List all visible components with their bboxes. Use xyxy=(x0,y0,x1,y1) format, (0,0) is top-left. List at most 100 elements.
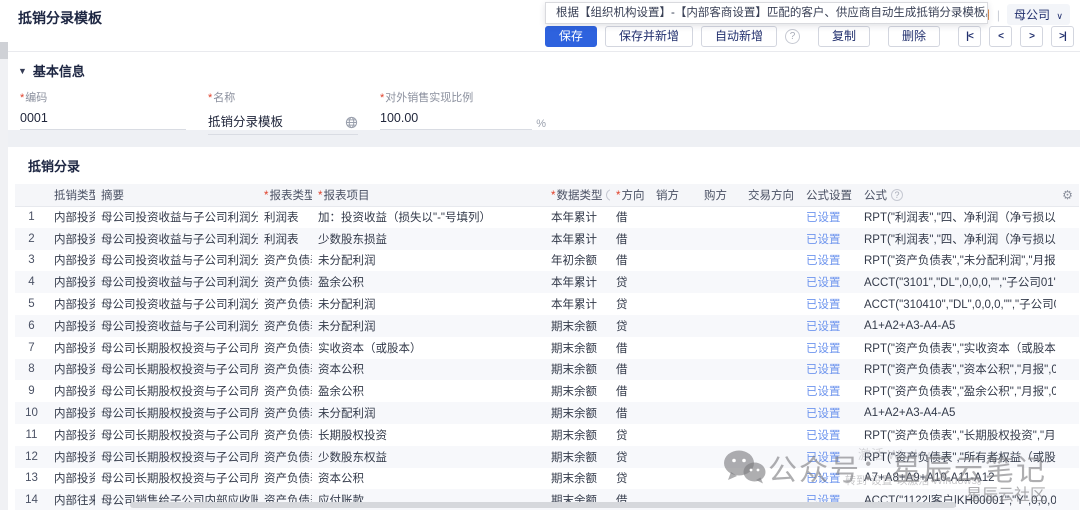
transaction-direction-cell[interactable] xyxy=(742,315,800,337)
elimination-type-cell[interactable]: 内部投资 xyxy=(48,250,95,272)
basic-info-header[interactable]: ▼ 基本信息 xyxy=(18,61,1062,80)
summary-cell[interactable]: 母公司投资收益与子公司利润分配的抵销... xyxy=(95,206,258,228)
report-item-cell[interactable]: 盈余公积 xyxy=(312,271,545,293)
data-type-cell[interactable]: 期末余额 xyxy=(545,315,610,337)
buyer-cell[interactable] xyxy=(698,402,742,424)
column-header[interactable] xyxy=(15,184,48,206)
buyer-cell[interactable] xyxy=(698,228,742,250)
report-type-cell[interactable]: 资产负债表 xyxy=(258,271,312,293)
column-header[interactable]: ⚙ xyxy=(1056,184,1079,206)
seller-cell[interactable] xyxy=(650,206,698,228)
formula-cell[interactable]: RPT("资产负债表","长期股权投资","月报",0,0,"期末","母公司 xyxy=(858,424,1056,446)
report-item-cell[interactable]: 未分配利润 xyxy=(312,402,545,424)
seller-cell[interactable] xyxy=(650,424,698,446)
data-type-cell[interactable]: 期末余额 xyxy=(545,446,610,468)
direction-cell[interactable]: 借 xyxy=(610,402,650,424)
formula-cell[interactable]: A1+A2+A3-A4-A5 xyxy=(858,402,1056,424)
table-row[interactable]: 2 内部投资 母公司投资收益与子公司利润分配的抵销... 利润表 少数股东损益 … xyxy=(15,228,1079,250)
formula-cell[interactable]: A1+A2+A3-A4-A5 xyxy=(858,315,1056,337)
formula-set-link[interactable]: 已设置 xyxy=(806,452,841,464)
elimination-type-cell[interactable]: 内部投资 xyxy=(48,468,95,490)
report-item-cell[interactable]: 资本公积 xyxy=(312,468,545,490)
formula-setting-cell[interactable]: 已设置 xyxy=(800,293,858,315)
transaction-direction-cell[interactable] xyxy=(742,228,800,250)
data-type-cell[interactable]: 年初余额 xyxy=(545,250,610,272)
seller-cell[interactable] xyxy=(650,293,698,315)
summary-cell[interactable]: 母公司长期股权投资与子公司所有者权益... xyxy=(95,337,258,359)
report-type-cell[interactable]: 资产负债表 xyxy=(258,359,312,381)
report-type-cell[interactable]: 资产负债表 xyxy=(258,315,312,337)
collapse-icon[interactable]: ▼ xyxy=(18,66,27,76)
report-type-cell[interactable]: 资产负债表 xyxy=(258,293,312,315)
elimination-type-cell[interactable]: 内部投资 xyxy=(48,315,95,337)
column-header[interactable]: *方向 xyxy=(610,184,650,206)
summary-cell[interactable]: 母公司投资收益与子公司利润分配的抵销... xyxy=(95,315,258,337)
buyer-cell[interactable] xyxy=(698,446,742,468)
elimination-type-cell[interactable]: 内部投资 xyxy=(48,337,95,359)
formula-cell[interactable]: RPT("利润表","四、净利润（净亏损以 "-" 号填列） ","月报", xyxy=(858,228,1056,250)
table-row[interactable]: 1 内部投资 母公司投资收益与子公司利润分配的抵销... 利润表 加：投资收益（… xyxy=(15,206,1079,228)
buyer-cell[interactable] xyxy=(698,250,742,272)
help-icon[interactable]: ? xyxy=(785,29,800,44)
next-record-button[interactable]: > xyxy=(1020,26,1043,47)
formula-set-link[interactable]: 已设置 xyxy=(806,255,841,267)
report-item-cell[interactable]: 盈余公积 xyxy=(312,380,545,402)
direction-cell[interactable]: 借 xyxy=(610,228,650,250)
column-header[interactable]: *数据类型? xyxy=(545,184,610,206)
table-row[interactable]: 9 内部投资 母公司长期股权投资与子公司所有者权益... 资产负债表 盈余公积 … xyxy=(15,380,1079,402)
summary-cell[interactable]: 母公司投资收益与子公司利润分配的抵销... xyxy=(95,250,258,272)
multilang-globe-icon[interactable] xyxy=(345,116,358,129)
summary-cell[interactable]: 母公司长期股权投资与子公司所有者权益... xyxy=(95,380,258,402)
column-help-icon[interactable]: ? xyxy=(891,189,903,201)
seller-cell[interactable] xyxy=(650,402,698,424)
formula-cell[interactable]: RPT("资产负债表","资本公积","月报",0,0,"期末","子公司01"… xyxy=(858,359,1056,381)
summary-cell[interactable]: 母公司长期股权投资与子公司所有者权益... xyxy=(95,424,258,446)
seller-cell[interactable] xyxy=(650,271,698,293)
elimination-type-cell[interactable]: 内部投资 xyxy=(48,228,95,250)
formula-set-link[interactable]: 已设置 xyxy=(806,430,841,442)
elimination-type-cell[interactable]: 内部投资 xyxy=(48,446,95,468)
elimination-type-cell[interactable]: 内部投资 xyxy=(48,424,95,446)
table-row[interactable]: 8 内部投资 母公司长期股权投资与子公司所有者权益... 资产负债表 资本公积 … xyxy=(15,359,1079,381)
org-selector[interactable]: 母公司 ∨ xyxy=(1007,4,1070,25)
direction-cell[interactable]: 借 xyxy=(610,337,650,359)
data-type-cell[interactable]: 本年累计 xyxy=(545,228,610,250)
table-row[interactable]: 3 内部投资 母公司投资收益与子公司利润分配的抵销... 资产负债表 未分配利润… xyxy=(15,250,1079,272)
table-row[interactable]: 5 内部投资 母公司投资收益与子公司利润分配的抵销... 资产负债表 未分配利润… xyxy=(15,293,1079,315)
formula-cell[interactable]: ACCT("3101","DL",0,0,0,"","子公司01") xyxy=(858,271,1056,293)
left-scrollbar[interactable] xyxy=(0,42,8,510)
report-type-cell[interactable]: 利润表 xyxy=(258,206,312,228)
buyer-cell[interactable] xyxy=(698,359,742,381)
data-type-cell[interactable]: 本年累计 xyxy=(545,293,610,315)
elimination-type-cell[interactable]: 内部投资 xyxy=(48,271,95,293)
seller-cell[interactable] xyxy=(650,228,698,250)
formula-setting-cell[interactable]: 已设置 xyxy=(800,446,858,468)
formula-setting-cell[interactable]: 已设置 xyxy=(800,315,858,337)
code-input[interactable]: 0001 xyxy=(20,105,186,130)
direction-cell[interactable]: 借 xyxy=(610,250,650,272)
seller-cell[interactable] xyxy=(650,446,698,468)
data-type-cell[interactable]: 期末余额 xyxy=(545,402,610,424)
data-type-cell[interactable]: 本年累计 xyxy=(545,271,610,293)
formula-set-link[interactable]: 已设置 xyxy=(806,321,841,333)
column-header[interactable]: 公式设置 xyxy=(800,184,858,206)
seller-cell[interactable] xyxy=(650,315,698,337)
formula-setting-cell[interactable]: 已设置 xyxy=(800,271,858,293)
formula-setting-cell[interactable]: 已设置 xyxy=(800,337,858,359)
column-header[interactable]: 交易方向 xyxy=(742,184,800,206)
data-type-cell[interactable]: 期末余额 xyxy=(545,468,610,490)
report-item-cell[interactable]: 少数股东权益 xyxy=(312,446,545,468)
transaction-direction-cell[interactable] xyxy=(742,402,800,424)
elimination-type-cell[interactable]: 内部投资 xyxy=(48,293,95,315)
transaction-direction-cell[interactable] xyxy=(742,293,800,315)
report-type-cell[interactable]: 资产负债表 xyxy=(258,250,312,272)
formula-setting-cell[interactable]: 已设置 xyxy=(800,402,858,424)
report-item-cell[interactable]: 少数股东损益 xyxy=(312,228,545,250)
prev-record-button[interactable]: < xyxy=(989,26,1012,47)
auto-new-button[interactable]: 自动新增 xyxy=(701,26,777,47)
column-help-icon[interactable]: ? xyxy=(606,189,610,201)
report-type-cell[interactable]: 资产负债表 xyxy=(258,380,312,402)
formula-cell[interactable]: RPT("资产负债表","盈余公积","月报",0,0,"期末","子公司01"… xyxy=(858,380,1056,402)
formula-set-link[interactable]: 已设置 xyxy=(806,234,841,246)
formula-cell[interactable]: ACCT("310410","DL",0,0,0,"","子公司01") xyxy=(858,293,1056,315)
